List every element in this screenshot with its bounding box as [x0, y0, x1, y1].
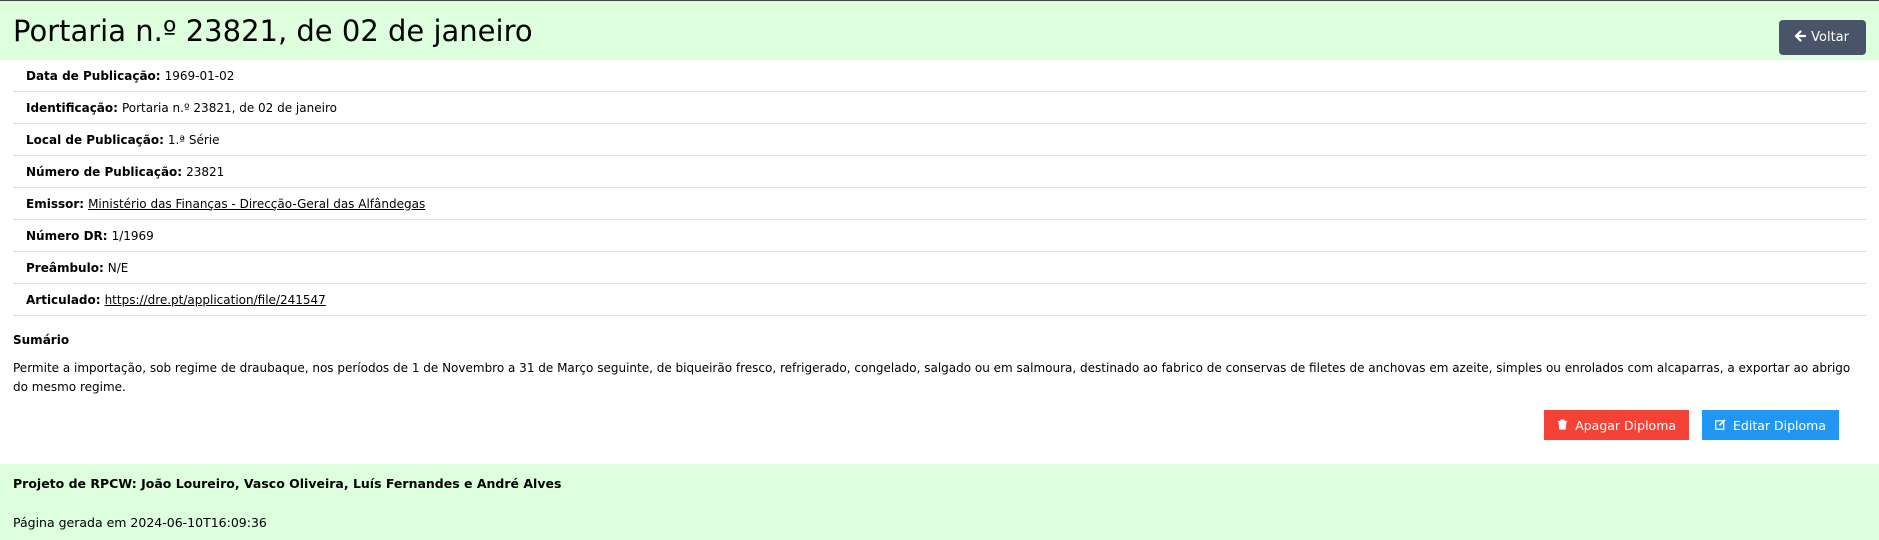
detail-row-numero-dr: Número DR: 1/1969 — [13, 220, 1866, 252]
delete-diploma-button[interactable]: Apagar Diploma — [1544, 410, 1690, 440]
detail-row-numero-publicacao: Número de Publicação: 23821 — [13, 156, 1866, 188]
detail-row-data-publicacao: Data de Publicação: 1969-01-02 — [13, 60, 1866, 92]
detail-label: Preâmbulo: — [26, 260, 104, 275]
footer-generated: Página gerada em 2024-06-10T16:09:36 — [13, 515, 267, 530]
back-button[interactable]: Voltar — [1779, 20, 1866, 55]
arrow-left-icon — [1794, 29, 1807, 46]
back-button-label: Voltar — [1811, 30, 1849, 45]
detail-value: Portaria n.º 23821, de 02 de janeiro — [121, 100, 337, 115]
details-table: Data de Publicação: 1969-01-02 Identific… — [13, 60, 1866, 316]
detail-value: 23821 — [186, 164, 225, 179]
detail-row-local-publicacao: Local de Publicação: 1.ª Série — [13, 124, 1866, 156]
footer-authors: Projeto de RPCW: João Loureiro, Vasco Ol… — [13, 476, 562, 491]
detail-value: N/E — [107, 260, 129, 275]
detail-row-identificacao: Identificação: Portaria n.º 23821, de 02… — [13, 92, 1866, 124]
trash-icon — [1557, 418, 1568, 433]
detail-row-preambulo: Preâmbulo: N/E — [13, 252, 1866, 284]
action-buttons: Apagar Diploma Editar Diploma — [1544, 410, 1839, 440]
emissor-link[interactable]: Ministério das Finanças - Direcção-Geral… — [88, 197, 425, 211]
detail-row-emissor: Emissor: Ministério das Finanças - Direc… — [13, 188, 1866, 220]
detail-label: Emissor: — [26, 196, 85, 211]
detail-value: 1.ª Série — [167, 132, 220, 147]
detail-value: 1969-01-02 — [164, 68, 235, 83]
detail-row-articulado: Articulado: https://dre.pt/application/f… — [13, 284, 1866, 316]
detail-label: Data de Publicação: — [26, 68, 161, 83]
page-header: Portaria n.º 23821, de 02 de janeiro Vol… — [0, 1, 1879, 60]
detail-label: Número de Publicação: — [26, 164, 183, 179]
detail-label: Número DR: — [26, 228, 108, 243]
edit-diploma-button[interactable]: Editar Diploma — [1702, 410, 1839, 440]
delete-button-label: Apagar Diploma — [1575, 417, 1677, 433]
page-footer: Projeto de RPCW: João Loureiro, Vasco Ol… — [0, 464, 1879, 540]
articulado-link[interactable]: https://dre.pt/application/file/241547 — [105, 293, 326, 307]
summary-text: Permite a importação, sob regime de drau… — [13, 361, 1851, 394]
detail-label: Articulado: — [26, 292, 101, 307]
edit-icon — [1715, 418, 1726, 433]
detail-label: Identificação: — [26, 100, 118, 115]
detail-value: 1/1969 — [111, 228, 154, 243]
edit-button-label: Editar Diploma — [1733, 417, 1826, 433]
summary-heading: Sumário — [13, 333, 70, 347]
page-title: Portaria n.º 23821, de 02 de janeiro — [13, 14, 533, 48]
detail-label: Local de Publicação: — [26, 132, 164, 147]
